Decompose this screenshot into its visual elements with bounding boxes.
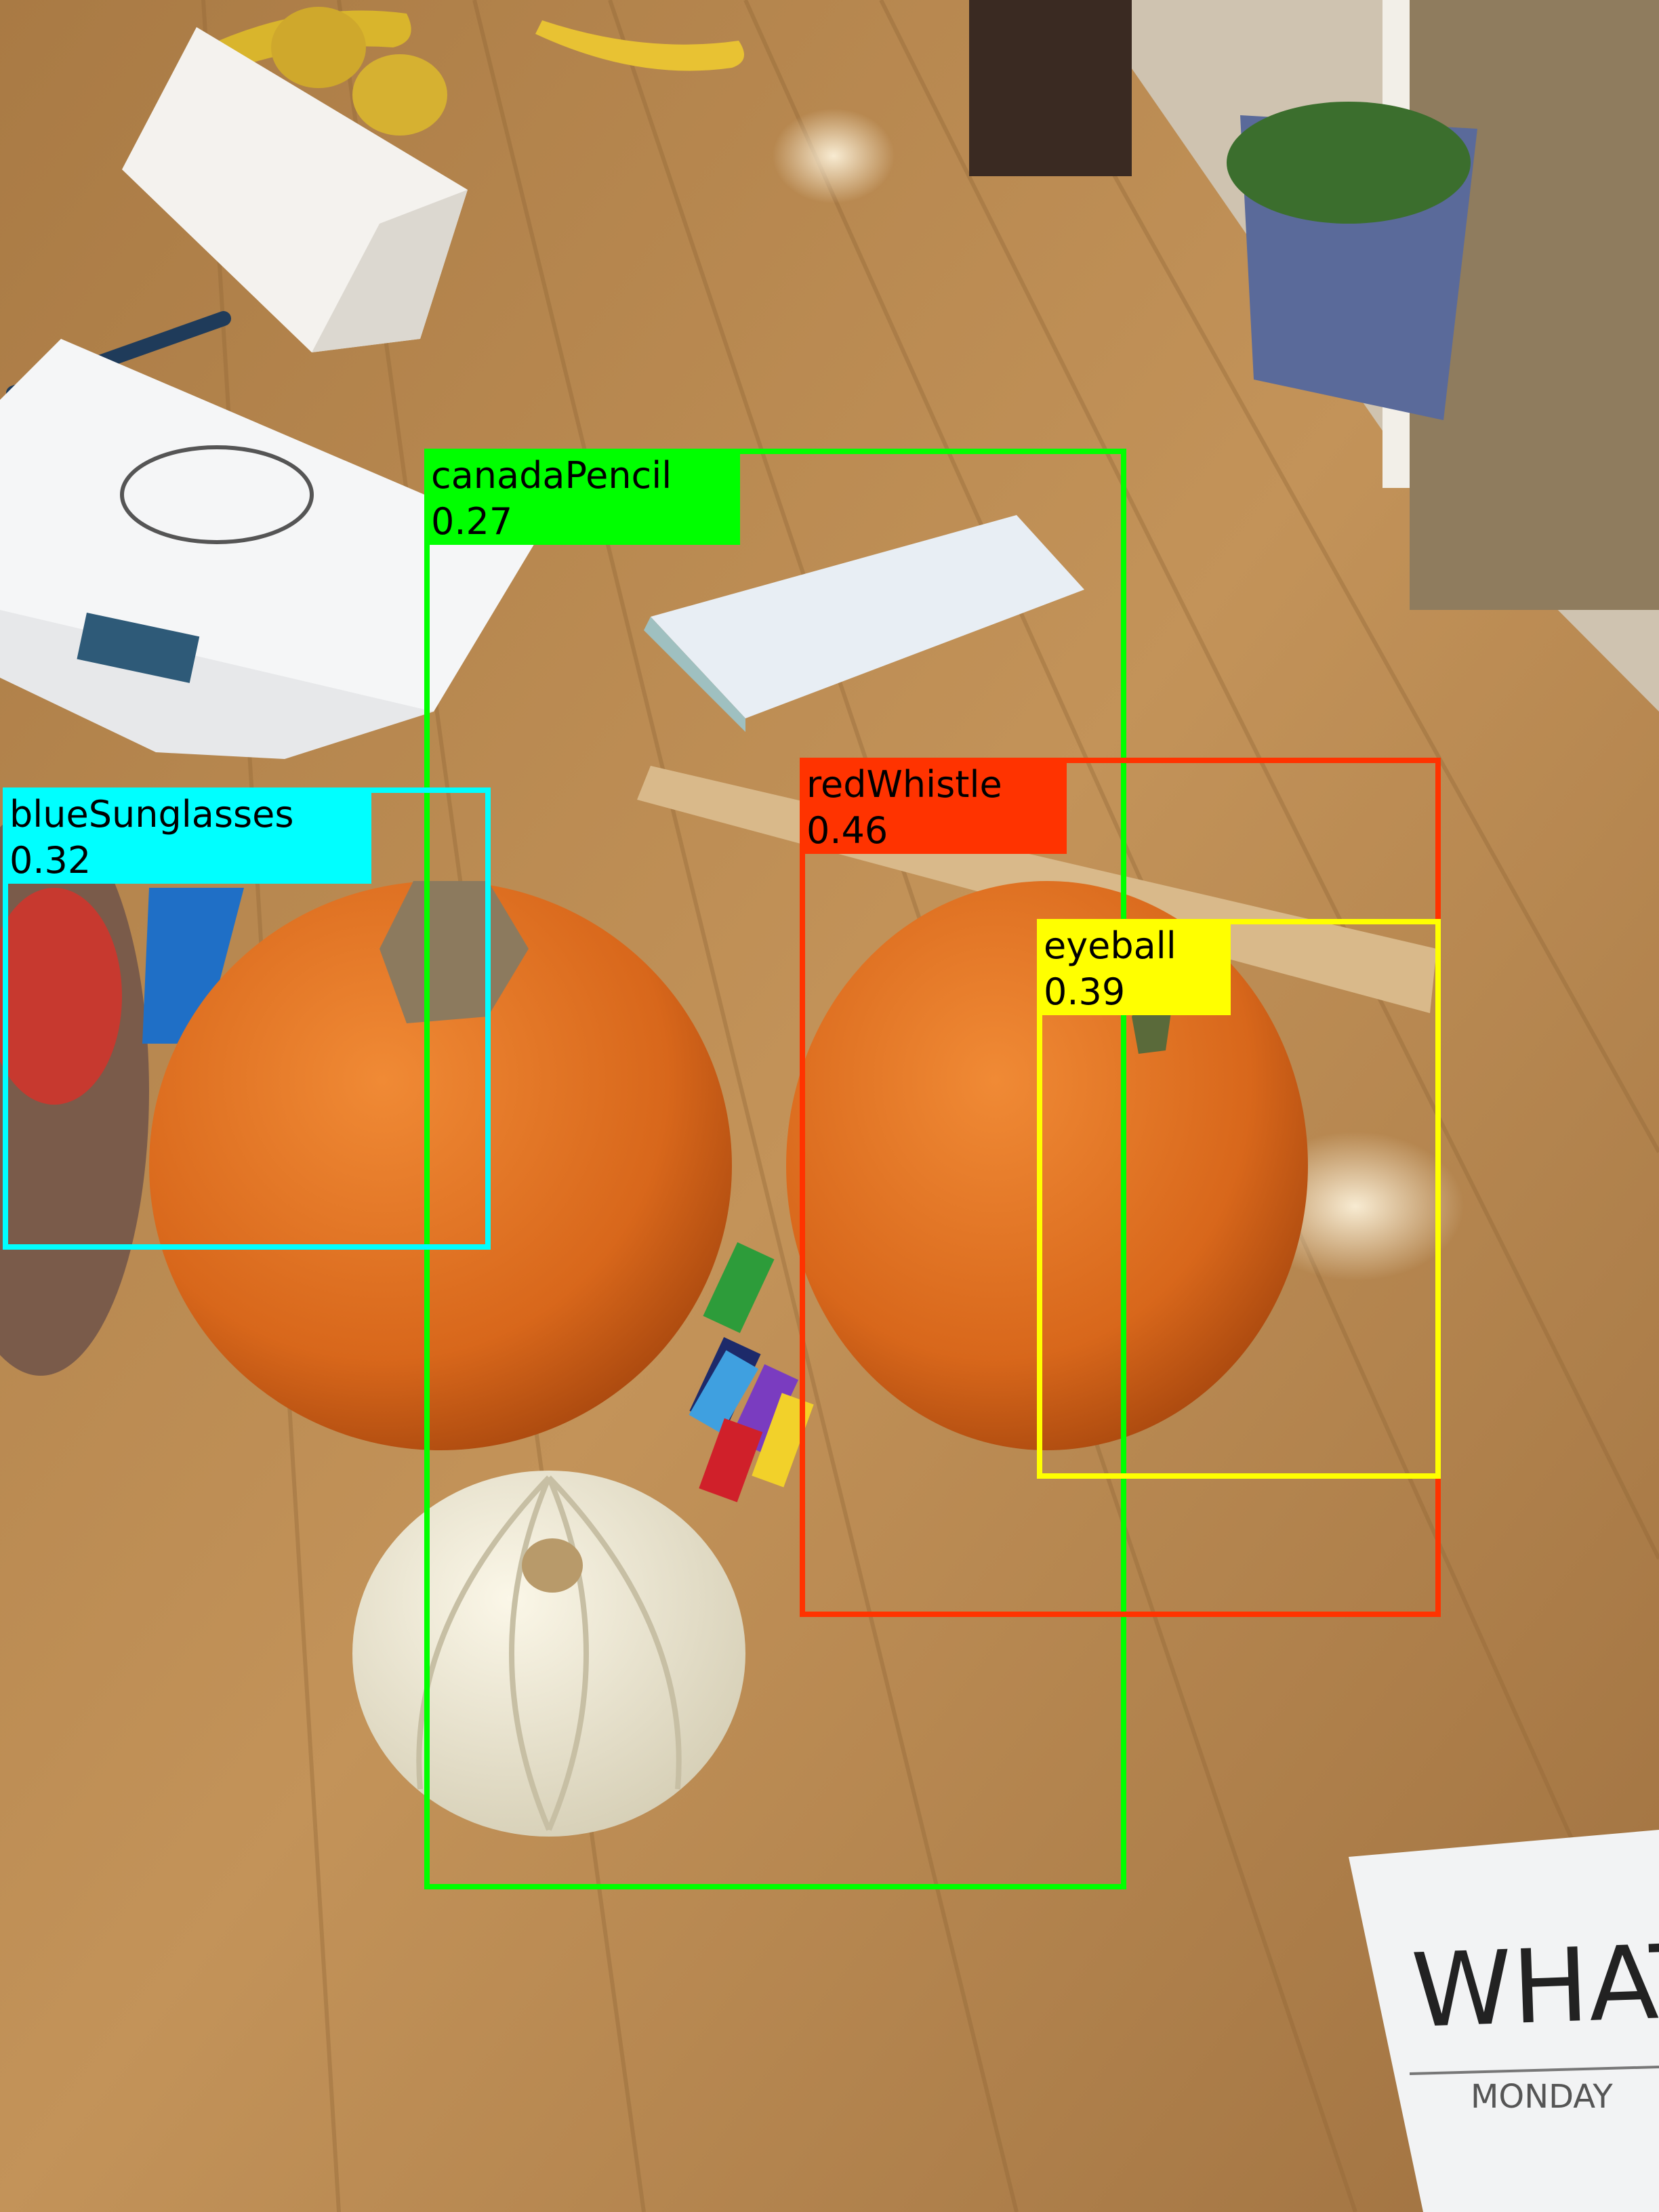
plant-greens xyxy=(1227,102,1471,224)
redwhistle-label: redWhistle 0.46 xyxy=(800,758,1067,854)
eyeball-label: eyeball 0.39 xyxy=(1037,919,1231,1015)
bluesunglasses-label: blueSunglasses 0.32 xyxy=(3,787,371,884)
canadapencil-score: 0.27 xyxy=(431,500,513,543)
planner-day: MONDAY xyxy=(1471,2078,1613,2116)
redwhistle-score: 0.46 xyxy=(806,809,888,852)
bluesunglasses-score: 0.32 xyxy=(9,839,91,882)
eyeball-score: 0.39 xyxy=(1044,970,1126,1013)
canadapencil-label: canadaPencil 0.27 xyxy=(424,449,740,545)
chair xyxy=(969,0,1132,176)
pear xyxy=(271,7,366,88)
pear xyxy=(352,54,447,136)
table-glare xyxy=(773,108,895,203)
bluesunglasses-name: blueSunglasses xyxy=(9,793,294,836)
redwhistle-name: redWhistle xyxy=(806,763,1002,806)
eyeball-name: eyeball xyxy=(1044,924,1176,967)
canadapencil-name: canadaPencil xyxy=(431,454,672,497)
